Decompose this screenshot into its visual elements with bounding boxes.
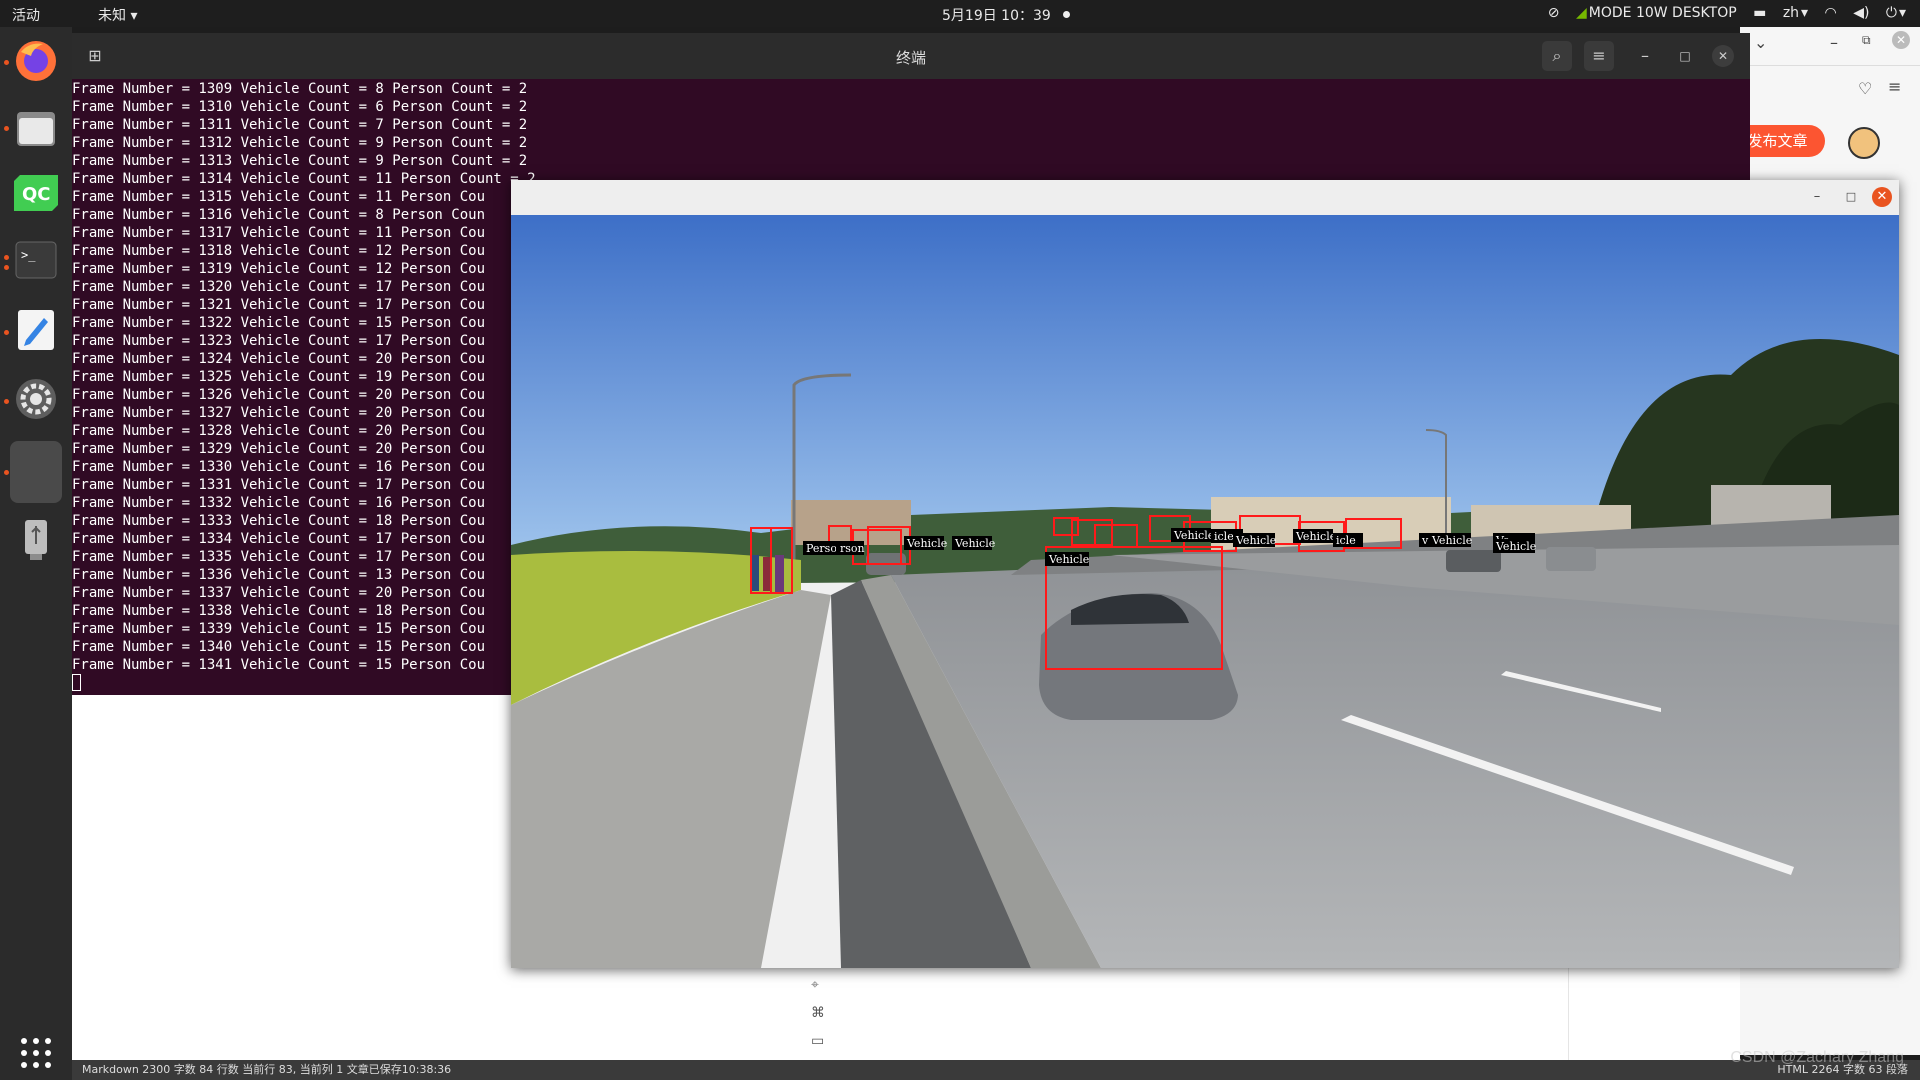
volume-icon: ◀) <box>1853 5 1870 21</box>
layout-icon[interactable]: ▭ <box>811 1033 824 1049</box>
terminal-line: Frame Number = 1313 Vehicle Count = 9 Pe… <box>72 153 528 169</box>
files-launcher[interactable] <box>10 102 62 154</box>
firefox-launcher[interactable] <box>10 35 62 87</box>
locate-icon[interactable]: ⌖ <box>811 977 819 993</box>
app-menu-label: 未知 <box>98 8 126 24</box>
label-person-partial: rson <box>840 542 865 555</box>
video-window-header: – □ ✕ <box>511 180 1899 215</box>
label-vehicle: Vehicle <box>954 537 995 550</box>
car <box>1546 547 1596 571</box>
clock-text: 5月19日 10：39 <box>942 8 1051 24</box>
terminal-line: Frame Number = 1309 Vehicle Count = 8 Pe… <box>72 81 528 97</box>
running-indicator <box>4 126 9 131</box>
menu-icon[interactable]: ≡ <box>1888 77 1901 96</box>
watermark: CSDN @Zachary Zhang <box>1730 1049 1904 1066</box>
avatar[interactable] <box>1848 127 1880 159</box>
terminal-launcher[interactable]: >_ <box>10 234 62 286</box>
text-editor-icon <box>18 310 54 350</box>
text-editor-launcher[interactable] <box>10 304 62 356</box>
status-icon: ⊘ <box>1547 5 1560 21</box>
keyboard-icon: ▬ <box>1753 5 1767 21</box>
editor-status-bar: Markdown 2300 字数 84 行数 当前行 83, 当前列 1 文章已… <box>72 1060 1920 1080</box>
usb-drive-launcher[interactable] <box>10 514 62 566</box>
person <box>775 555 784 593</box>
nvidia-mode[interactable]: MODE 10W DESKTOP <box>1589 5 1737 21</box>
app-menu[interactable]: 未知 ▾ <box>98 5 137 25</box>
chevron-down-icon: ▾ <box>1898 5 1906 21</box>
running-indicator <box>4 470 9 475</box>
label-vehicle-partial: icle <box>1336 534 1356 547</box>
wifi-icon: ◠ <box>1824 5 1837 21</box>
power-icon: ⏻ <box>1885 5 1897 21</box>
svg-text:>_: >_ <box>21 248 36 262</box>
dock: QC >_ <box>0 27 72 1080</box>
maximize-icon[interactable]: □ <box>1841 187 1861 207</box>
pocket-icon[interactable]: ♡ <box>1858 79 1872 98</box>
system-tray[interactable]: ⊘ ◢ MODE 10W DESKTOP ▬ zh ▾ ◠ ◀) ⏻ ▾ <box>1536 5 1906 21</box>
close-icon[interactable]: ✕ <box>1872 187 1892 207</box>
terminal-line: Frame Number = 1312 Vehicle Count = 9 Pe… <box>72 135 528 151</box>
restore-icon[interactable]: ⧉ <box>1862 33 1871 48</box>
top-bar: 活动 未知 ▾ 5月19日 10：39 ⊘ ◢ MODE 10W DESKTOP … <box>0 0 1920 27</box>
running-indicator <box>4 399 9 404</box>
label-vehicle: Vehicle <box>1295 530 1336 543</box>
show-apps-button[interactable] <box>10 1027 62 1079</box>
qtcreator-launcher[interactable]: QC <box>10 167 62 219</box>
running-indicator <box>4 265 9 270</box>
search-icon[interactable]: ⌕ <box>1542 41 1572 71</box>
input-method[interactable]: zh <box>1783 5 1799 21</box>
maximize-icon[interactable]: □ <box>1670 41 1700 71</box>
close-icon[interactable]: ✕ <box>1892 31 1910 49</box>
running-indicator <box>4 255 9 260</box>
terminal-icon: >_ <box>15 241 57 279</box>
activities-button[interactable]: 活动 <box>12 5 40 25</box>
gear-icon <box>16 379 56 419</box>
video-frame: Person rson Vehicle Vehicle Vehicle Vehi… <box>511 215 1899 968</box>
person <box>763 557 771 591</box>
terminal-header: ⊞ 终端 ⌕ ≡ – □ ✕ <box>72 33 1750 79</box>
notification-dot-icon <box>1062 11 1070 18</box>
folder-icon <box>17 112 55 146</box>
running-indicator <box>4 330 9 335</box>
running-indicator <box>4 60 9 65</box>
terminal-title: 终端 <box>895 49 926 67</box>
toolbar-divider <box>1740 65 1920 66</box>
app-grid-icon <box>21 1038 51 1068</box>
label-vehicle: Vehicle <box>906 537 947 550</box>
chevron-down-icon[interactable]: ⌄ <box>1754 33 1767 52</box>
firefox-icon <box>16 41 56 81</box>
svg-text:QC: QC <box>22 184 51 205</box>
drag-handle-icon[interactable]: ⌘ <box>811 1005 825 1021</box>
active-app-launcher[interactable] <box>10 441 62 503</box>
cursor-icon <box>72 674 81 691</box>
label-vehicle: Vehicle <box>1495 540 1536 553</box>
label-vehicle-partial: v <box>1421 534 1429 547</box>
label-vehicle: Vehicle <box>1235 534 1276 547</box>
menu-icon[interactable]: ≡ <box>1584 41 1614 71</box>
car <box>1446 550 1501 572</box>
minimize-icon[interactable]: – <box>1807 187 1827 207</box>
usb-drive-icon <box>25 520 47 560</box>
close-icon[interactable]: ✕ <box>1712 45 1734 67</box>
terminal-line: Frame Number = 1310 Vehicle Count = 6 Pe… <box>72 99 528 115</box>
detection-video-window[interactable]: – □ ✕ Person rson Vehicle Vehicle Vehicl… <box>511 180 1899 968</box>
label-vehicle: Vehicle <box>1431 534 1472 547</box>
label-vehicle-partial: icle <box>1214 530 1234 543</box>
minimize-icon[interactable]: – <box>1830 33 1838 52</box>
label-vehicle-main: Vehicle <box>1048 553 1089 566</box>
chevron-down-icon: ▾ <box>130 8 138 24</box>
label-vehicle: Vehicle <box>1173 529 1214 542</box>
nvidia-icon: ◢ <box>1575 5 1587 21</box>
clock[interactable]: 5月19日 10：39 <box>942 5 1070 25</box>
status-left: Markdown 2300 字数 84 行数 当前行 83, 当前列 1 文章已… <box>82 1063 452 1076</box>
terminal-line: Frame Number = 1311 Vehicle Count = 7 Pe… <box>72 117 528 133</box>
chevron-down-icon: ▾ <box>1801 5 1809 21</box>
settings-launcher[interactable] <box>10 373 62 425</box>
minimize-icon[interactable]: – <box>1630 41 1660 71</box>
person <box>751 555 759 591</box>
qtcreator-icon: QC <box>14 175 58 211</box>
